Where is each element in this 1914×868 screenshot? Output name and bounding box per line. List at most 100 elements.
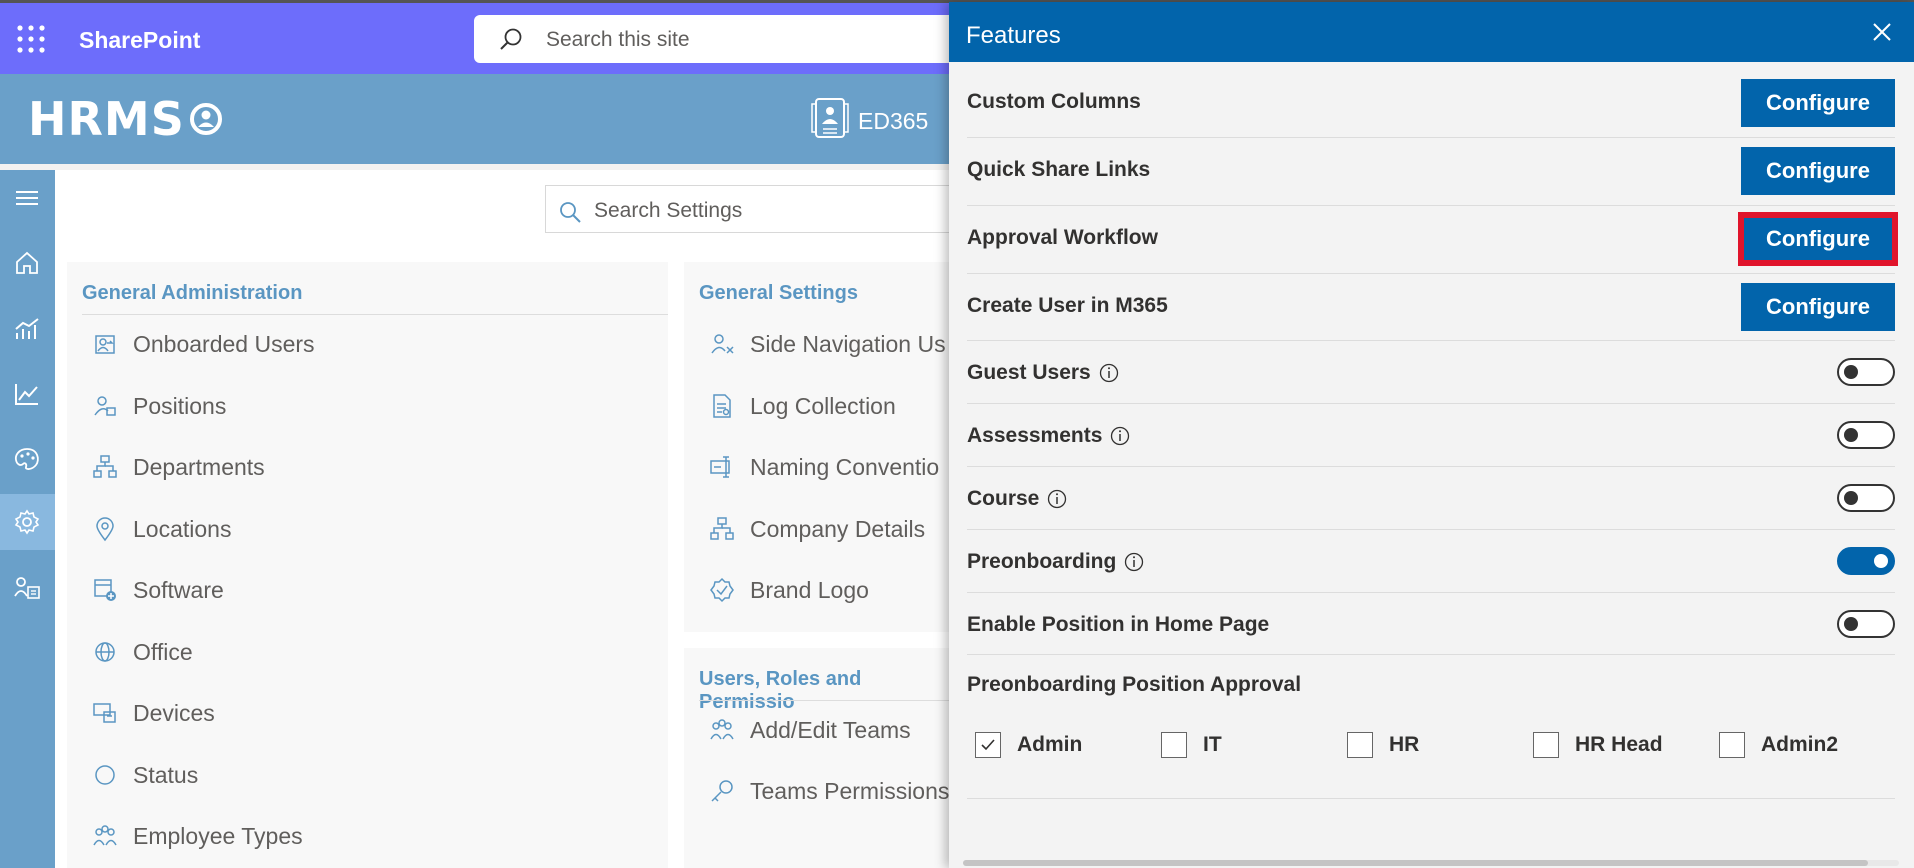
hrms-logo-text: HRMS — [28, 92, 185, 146]
assessments-toggle[interactable] — [1837, 421, 1895, 449]
setting-label: Brand Logo — [750, 576, 869, 603]
feature-label-wrap: Assessments — [967, 424, 1130, 448]
rail-menu[interactable] — [0, 170, 55, 226]
setting-log-collection[interactable]: Log Collection — [709, 386, 896, 426]
feature-label: Assessments — [967, 424, 1103, 447]
features-panel: Features Custom Columns Configure Quick … — [949, 2, 1914, 868]
scrollbar-thumb[interactable] — [963, 860, 1868, 866]
feature-row-custom-columns: Custom Columns Configure — [967, 66, 1895, 138]
approval-role-admin2[interactable]: Admin2 — [1719, 729, 1838, 761]
setting-office[interactable]: Office — [92, 632, 193, 672]
feature-label-wrap: Course — [967, 487, 1067, 511]
feature-label-wrap: Guest Users — [967, 361, 1119, 385]
feature-row-course: Course — [967, 467, 1895, 530]
rail-analytics[interactable] — [0, 301, 55, 357]
setting-brand-logo[interactable]: Brand Logo — [709, 570, 869, 610]
feature-label: Quick Share Links — [967, 158, 1151, 181]
onboarded-users-icon — [95, 335, 115, 354]
general-administration-title: General Administration — [82, 282, 303, 304]
configure-approval-workflow-button[interactable]: Configure — [1738, 212, 1898, 266]
company-hierarchy-icon — [710, 517, 734, 540]
setting-company-details[interactable]: Company Details — [709, 509, 925, 549]
rail-home[interactable] — [0, 235, 55, 291]
setting-positions[interactable]: Positions — [92, 386, 226, 426]
approval-role-hr-head[interactable]: HR Head — [1533, 729, 1663, 761]
globe-icon — [95, 642, 115, 662]
setting-departments[interactable]: Departments — [92, 447, 265, 487]
feature-label: Guest Users — [967, 361, 1091, 384]
setting-label: Side Navigation Us — [750, 330, 946, 357]
rail-trend[interactable] — [0, 366, 55, 422]
checkbox-unchecked[interactable] — [1347, 732, 1373, 758]
general-administration-card: General Administration Onboarded Users P… — [67, 262, 668, 868]
card-divider — [699, 700, 955, 701]
setting-label: Office — [133, 638, 193, 665]
configure-create-user-m365-button[interactable]: Configure — [1741, 283, 1895, 331]
rail-org[interactable] — [0, 560, 55, 616]
user-circle-icon — [189, 102, 223, 136]
close-icon[interactable] — [1870, 20, 1894, 44]
approval-role-admin[interactable]: Admin — [975, 729, 1082, 761]
checkbox-unchecked[interactable] — [1719, 732, 1745, 758]
horizontal-scrollbar[interactable] — [963, 860, 1899, 866]
checkbox-unchecked[interactable] — [1161, 732, 1187, 758]
naming-icon — [710, 456, 730, 478]
info-icon[interactable] — [1124, 552, 1144, 572]
setting-label: Software — [133, 576, 224, 603]
guest-users-toggle[interactable] — [1837, 358, 1895, 386]
course-toggle[interactable] — [1837, 484, 1895, 512]
feature-row-enable-position-home: Enable Position in Home Page — [967, 593, 1895, 655]
feature-row-guest-users: Guest Users — [967, 341, 1895, 404]
software-icon — [94, 579, 116, 601]
rail-theme[interactable] — [0, 431, 55, 487]
role-label: IT — [1203, 733, 1222, 756]
setting-naming-conventions[interactable]: Naming Conventio — [709, 447, 939, 487]
setting-locations[interactable]: Locations — [92, 509, 231, 549]
ed365-label: ED365 — [858, 108, 929, 134]
general-settings-card: General Settings Side Navigation Us Log … — [684, 262, 955, 632]
approval-role-it[interactable]: IT — [1161, 729, 1222, 761]
enable-position-home-toggle[interactable] — [1837, 610, 1895, 638]
preonboarding-approval-label: Preonboarding Position Approval — [967, 673, 1302, 696]
approval-role-hr[interactable]: HR — [1347, 729, 1419, 761]
checkmark-icon — [981, 739, 995, 751]
rail-settings[interactable] — [0, 494, 55, 550]
setting-label: Company Details — [750, 515, 926, 542]
sharepoint-title[interactable]: SharePoint — [79, 27, 200, 54]
toggle-knob — [1844, 428, 1858, 442]
preonboarding-toggle[interactable] — [1837, 547, 1895, 575]
checkbox-checked[interactable] — [975, 732, 1001, 758]
status-circle-icon — [95, 765, 115, 785]
toggle-knob — [1844, 617, 1858, 631]
setting-employee-types[interactable]: Employee Types — [92, 816, 303, 856]
users-roles-title: Users, Roles and Permissio — [699, 668, 862, 713]
info-icon[interactable] — [1110, 426, 1130, 446]
users-roles-card: Users, Roles and Permissio Add/Edit Team… — [684, 648, 955, 868]
configure-quick-share-links-button[interactable]: Configure — [1741, 147, 1895, 195]
checkbox-unchecked[interactable] — [1533, 732, 1559, 758]
settings-search-placeholder: Search Settings — [594, 199, 743, 222]
info-icon[interactable] — [1047, 489, 1067, 509]
features-header: Features — [949, 2, 1914, 62]
approval-divider — [967, 798, 1895, 799]
setting-add-edit-teams[interactable]: Add/Edit Teams — [709, 710, 911, 750]
feature-row-preonboarding: Preonboarding — [967, 530, 1895, 593]
info-icon[interactable] — [1099, 363, 1119, 383]
toggle-knob — [1844, 491, 1858, 505]
setting-label: Teams Permissions — [750, 777, 950, 804]
settings-search-box[interactable]: Search Settings — [545, 185, 1005, 233]
setting-teams-permissions[interactable]: Teams Permissions — [709, 771, 949, 811]
hrms-logo[interactable]: HRMS — [28, 92, 223, 146]
setting-status[interactable]: Status — [92, 755, 198, 795]
setting-onboarded-users[interactable]: Onboarded Users — [92, 324, 315, 364]
side-navigation-users-icon — [711, 334, 734, 354]
setting-side-navigation[interactable]: Side Navigation Us — [709, 324, 946, 364]
setting-label: Naming Conventio — [750, 453, 940, 480]
app-launcher-icon[interactable] — [14, 22, 48, 56]
setting-label: Onboarded Users — [133, 330, 315, 357]
setting-software[interactable]: Software — [92, 570, 224, 610]
configure-custom-columns-button[interactable]: Configure — [1741, 79, 1895, 127]
site-search-box[interactable]: Search this site — [474, 15, 994, 63]
setting-devices[interactable]: Devices — [92, 693, 215, 733]
card-divider — [82, 314, 668, 315]
